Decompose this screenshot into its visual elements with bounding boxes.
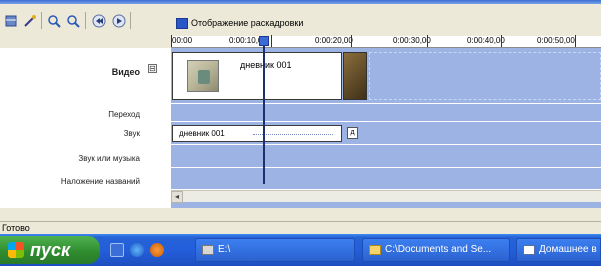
drive-icon: [202, 245, 214, 255]
folder-icon: [369, 245, 381, 255]
track-label-video: Видео: [111, 67, 140, 77]
ruler-tick: [501, 35, 502, 47]
video-clip-thumbnail: [187, 60, 219, 92]
ruler-tick-label: 0:00:30,00: [393, 36, 431, 45]
taskbar-item-label: C:\Documents and Se...: [385, 244, 492, 255]
audio-clip-end[interactable]: д: [347, 127, 358, 139]
ruler-tick: [427, 35, 428, 47]
toolbar-separator: [130, 12, 131, 29]
time-ruler[interactable]: 00:00 0:00:10,00 0:00:20,00 0:00:30,00 0…: [171, 35, 601, 48]
play-icon[interactable]: [110, 12, 127, 29]
toolbar-separator: [85, 12, 86, 29]
track-label-transition: Переход: [108, 110, 140, 119]
video-clip-end-thumbnail[interactable]: [343, 52, 367, 100]
timeline-toolbar: Отображение раскадровки: [0, 4, 601, 36]
music-lane[interactable]: [171, 145, 601, 168]
ruler-tick: [351, 35, 352, 47]
status-text: Готово: [2, 223, 30, 233]
ruler-tick-label: 0:00:40,00: [467, 36, 505, 45]
wand-icon[interactable]: [21, 12, 38, 29]
scroll-left-icon[interactable]: ◂: [171, 191, 183, 203]
status-bar: Готово: [0, 221, 601, 234]
zoom-out-icon[interactable]: [64, 12, 81, 29]
taskbar-item-documents[interactable]: C:\Documents and Se...: [362, 238, 510, 262]
taskbar-item-home[interactable]: Домашнее в: [516, 238, 601, 262]
document-icon: [523, 245, 535, 255]
start-button[interactable]: пуск: [0, 236, 100, 264]
horizontal-scrollbar[interactable]: ◂: [171, 190, 601, 203]
storyboard-icon[interactable]: [2, 12, 19, 29]
video-empty-slot[interactable]: [369, 52, 601, 100]
ruler-tick: [575, 35, 576, 47]
taskbar-item-label: Домашнее в: [539, 244, 597, 255]
rewind-icon[interactable]: [90, 12, 107, 29]
track-label-music: Звук или музыка: [78, 154, 140, 163]
show-desktop-icon[interactable]: [110, 243, 124, 257]
video-lane[interactable]: дневник 001: [171, 48, 601, 104]
timeline-area[interactable]: дневник 001 дневник 001 д ◂: [171, 36, 601, 208]
audio-waveform: [253, 134, 333, 135]
audio-lane[interactable]: дневник 001 д: [171, 122, 601, 145]
playhead-line[interactable]: [263, 36, 265, 184]
video-clip[interactable]: дневник 001: [172, 52, 342, 100]
taskbar-item-label: E:\: [218, 244, 231, 255]
collapse-video-track-button[interactable]: ⊟: [148, 64, 157, 73]
track-labels-panel: Видео ⊟ Переход Звук Звук или музыка Нал…: [0, 48, 171, 208]
zoom-in-icon[interactable]: [45, 12, 62, 29]
video-clip-name: дневник 001: [240, 60, 292, 70]
track-label-titles: Наложение названий: [60, 177, 140, 186]
transition-lane[interactable]: [171, 104, 601, 122]
taskbar: пуск E:\ C:\Documents and Se... Домашнее…: [0, 234, 601, 266]
ruler-tick: [171, 35, 172, 47]
taskbar-item-drive-e[interactable]: E:\: [195, 238, 355, 262]
titles-lane[interactable]: [171, 168, 601, 190]
playhead-handle[interactable]: [259, 36, 269, 46]
ruler-tick-label: 0:00:20,00: [315, 36, 353, 45]
internet-explorer-icon[interactable]: [130, 243, 144, 257]
ruler-tick-label: 0:00:50,00: [537, 36, 575, 45]
storyboard-toggle-label[interactable]: Отображение раскадровки: [191, 18, 303, 28]
storyboard-toggle-icon[interactable]: [176, 18, 188, 29]
start-label: пуск: [30, 240, 71, 260]
windows-logo-icon: [8, 242, 24, 258]
toolbar-separator: [41, 12, 42, 29]
media-player-icon[interactable]: [150, 243, 164, 257]
ruler-tick: [271, 35, 272, 47]
audio-clip[interactable]: дневник 001: [172, 125, 342, 142]
track-label-audio: Звук: [123, 129, 140, 138]
audio-clip-name: дневник 001: [179, 129, 225, 138]
ruler-tick-label: 00:00: [172, 36, 193, 45]
